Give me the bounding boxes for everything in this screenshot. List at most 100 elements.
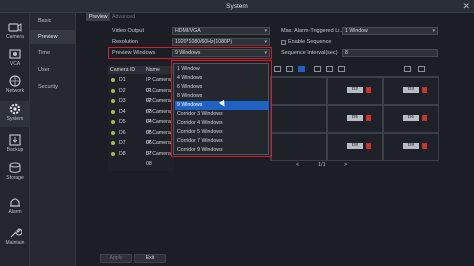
delete-icon[interactable] [422,143,427,149]
camera-id: D3 [119,98,126,104]
status-dot [111,151,115,156]
maintain-icon [10,228,22,238]
status-dot [111,120,115,124]
dropdown-option[interactable]: Corridor 7 Windows [175,137,269,146]
grid-cell[interactable]: D9 [383,133,439,161]
camera-list-header: Camera ID Name [108,66,174,74]
layout-32-icon[interactable] [338,66,345,72]
max-alarm-select[interactable]: 1 Window ▾ [342,27,438,35]
layout-25-icon[interactable] [326,66,333,72]
cell-label: D6 [403,115,419,121]
nav-alarm[interactable]: Alarm [0,194,30,220]
nav-storage[interactable]: Storage [0,160,30,186]
nav-camera[interactable]: Camera [0,19,30,45]
dropdown-option[interactable]: 1 Window [175,65,269,74]
video-output-select[interactable]: HDMI/VGA ▾ [172,27,270,35]
tab-advanced[interactable]: Advanced [109,13,138,21]
pager-next[interactable]: > [344,162,347,168]
camera-id: D7 [119,140,126,146]
dropdown-option[interactable]: Corridor 5 Windows [175,128,269,137]
delete-icon[interactable] [422,115,427,121]
grid-cell[interactable] [271,105,327,133]
dropdown-option[interactable]: Corridor 3 Windows [175,110,269,119]
delete-icon[interactable] [366,87,371,93]
resolution-select[interactable]: 1920*1080/60Hz(1080P) ▾ [172,38,270,46]
status-dot [111,109,115,114]
nav-backup[interactable]: Backup [0,132,30,158]
status-dot [111,99,115,103]
preview-windows-select[interactable]: 9 Windows ▾ [172,49,270,57]
layout-4-icon[interactable] [286,66,293,72]
preview-windows-label: Preview Windows [112,50,156,56]
camera-id: D8 [119,150,126,157]
submenu-preview[interactable]: Preview [30,30,76,44]
window-layout-grid: D2 D3 D5 D6 D8 D9 [270,76,439,161]
submenu-time[interactable]: Time [30,46,76,60]
grid-cell[interactable]: D5 [327,105,383,133]
video-output-value: HDMI/VGA [175,28,201,34]
alarm-icon [10,198,20,207]
pager-prev[interactable]: < [296,162,299,168]
camera-row[interactable]: D7 IP Camera 07 [108,138,174,157]
backup-icon [9,134,21,146]
storage-icon [9,162,21,174]
dropdown-option[interactable]: 6 Windows [175,83,269,92]
nav-backup-label: Backup [6,147,24,153]
video-output-label: Video Output [112,28,145,34]
dropdown-option[interactable]: Corridor 4 Windows [175,119,269,128]
cell-label: D9 [403,143,419,149]
status-dot [111,88,115,93]
grid-cell[interactable] [271,133,327,161]
layout-1-icon[interactable] [274,66,281,72]
tab-preview[interactable]: Preview [86,13,111,21]
nav-network[interactable]: Network [0,73,30,99]
grid-cell[interactable]: D8 [327,133,383,161]
exit-button[interactable]: Exit [134,254,166,263]
grid-cell[interactable]: D2 [327,77,383,105]
max-alarm-label: Max. Alarm-Triggered Li... [281,28,345,34]
sequence-interval-input[interactable]: 8 [342,49,438,57]
camera-row[interactable]: D2 IP Camera 02 [108,86,174,104]
camera-id: D4 [119,108,126,115]
pager-page: 1/1 [318,162,326,168]
submenu-security[interactable]: Security [30,80,76,94]
grid-cell[interactable]: D3 [383,77,439,105]
resolution-label: Resolution [112,39,138,45]
camera-row[interactable]: D1 IP Camera 01 [108,75,174,94]
chevron-down-icon: ▾ [264,28,267,34]
submenu-user[interactable]: User [30,63,76,77]
cell-label: D8 [347,143,363,149]
enable-sequence-checkbox[interactable] [281,40,286,45]
camera-id: D2 [119,87,126,94]
close-icon[interactable]: ✕ [462,1,470,12]
cell-label: D2 [347,87,363,93]
chevron-down-icon: ▾ [264,50,267,56]
delete-icon[interactable] [366,143,371,149]
camera-row[interactable]: D4 IP Camera 04 [108,107,174,125]
nav-system[interactable]: System [0,101,30,127]
title-bar: System ✕ [0,0,474,13]
nav-alarm-label: Alarm [8,209,22,215]
status-dot [111,130,115,135]
camera-row[interactable]: D8 IP Camera 08 [108,149,174,167]
layout-9-icon[interactable] [298,66,305,72]
grid-cell[interactable] [271,77,327,105]
camera-row[interactable]: D5 IP Camera 05 [108,117,174,136]
grid-cell[interactable]: D6 [383,105,439,133]
submenu-basic[interactable]: Basic [30,14,76,28]
dropdown-option[interactable]: Corridor 9 Windows [175,146,269,155]
apply-button[interactable]: Apply [100,254,132,263]
camera-id: D1 [119,77,126,83]
dropdown-option[interactable]: 4 Windows [175,74,269,83]
clear-layout-icon[interactable] [418,66,425,72]
delete-icon[interactable] [422,87,427,93]
delete-icon[interactable] [366,115,371,121]
refresh-icon[interactable] [404,66,411,72]
nav-maintain[interactable]: Maintain [0,225,30,251]
layout-16-icon[interactable] [314,66,321,72]
chevron-down-icon: ▾ [264,39,267,45]
cell-label: D3 [403,87,419,93]
camera-row[interactable]: D6 IP Camera 06 [108,128,174,146]
nav-vca[interactable]: VCA [0,46,30,72]
camera-row[interactable]: D3 IP Camera 03 [108,96,174,115]
